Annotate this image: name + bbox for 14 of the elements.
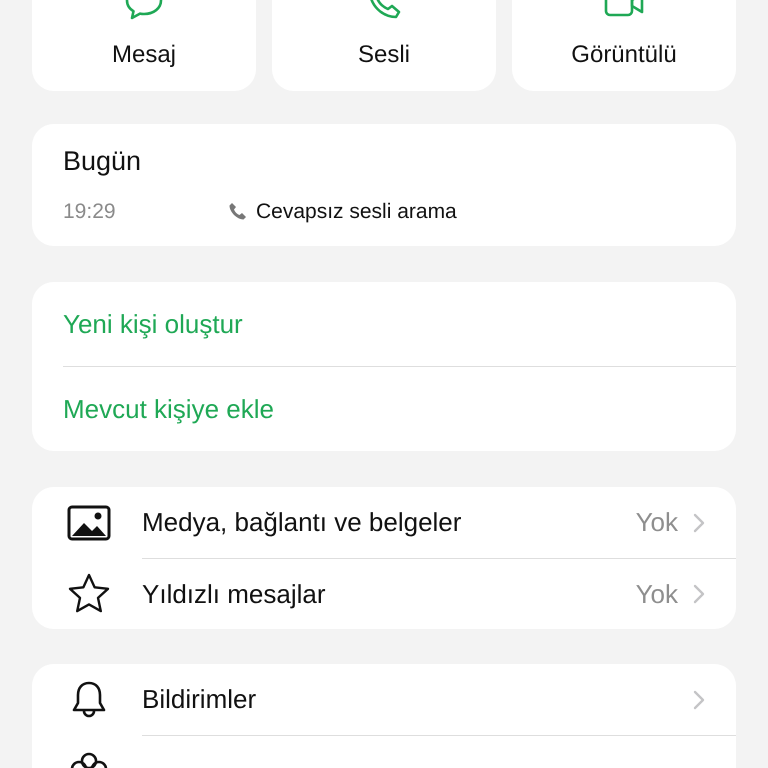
section-heading: Bugün: [63, 145, 142, 178]
settings-row[interactable]: Bildirimler: [32, 664, 736, 735]
row-value: Yok: [636, 506, 678, 539]
action-button[interactable]: Görüntülü: [512, 0, 736, 91]
settings-row[interactable]: Yıldızlı mesajlar Yok: [32, 558, 736, 629]
row-value: Yok: [636, 578, 678, 610]
call-time: 19:29: [63, 198, 117, 224]
action-button[interactable]: Mesaj: [32, 0, 256, 91]
call-description: Cevapsız sesli arama: [256, 198, 457, 224]
settings-row[interactable]: Medya, bağlantı ve belgeler Yok: [32, 487, 736, 558]
action-button[interactable]: Sesli: [272, 0, 496, 91]
row-label: Medya, bağlantı ve belgeler: [142, 506, 462, 539]
row-label: Bildirimler: [142, 683, 258, 716]
row-label: Yıldızlı mesajlar: [142, 578, 326, 610]
